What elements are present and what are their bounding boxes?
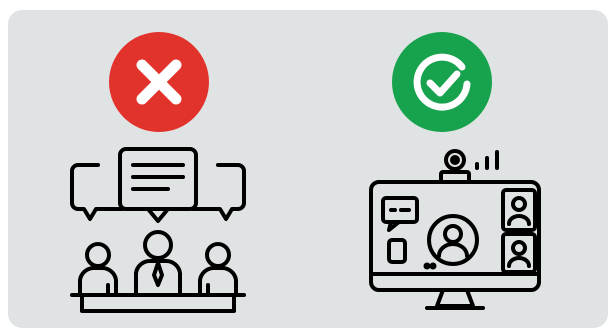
reject-badge [109,32,209,132]
comparison-panel [8,10,608,328]
x-mark-icon [109,32,209,132]
video-conference-icon [369,149,541,310]
in-person-meeting-illustration [68,145,248,317]
approve-badge [392,32,492,132]
in-person-meeting-icon [70,147,246,313]
video-conference-illustration [365,148,545,318]
check-circle-icon [392,32,492,132]
